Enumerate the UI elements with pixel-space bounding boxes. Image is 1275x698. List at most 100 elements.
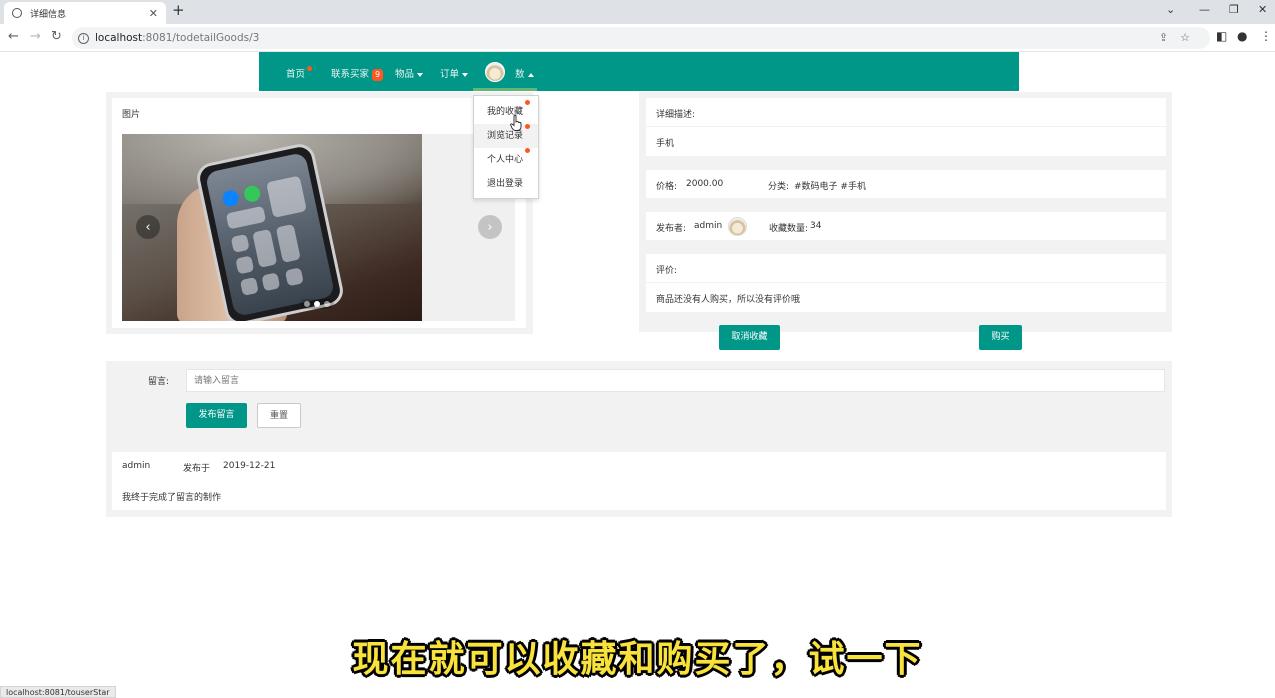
new-dot [307, 66, 313, 71]
caret-up-icon [527, 72, 534, 77]
carousel-indicators [300, 299, 334, 309]
site-info-icon[interactable]: i [78, 32, 89, 44]
nav-contact-label: 联系买家 [331, 69, 370, 80]
back-icon[interactable]: ← [8, 29, 19, 44]
comment-label: 留言: [148, 377, 170, 387]
image-carousel[interactable]: ‹ › [122, 134, 515, 321]
price-value: 2000.00 [686, 179, 724, 189]
product-photo [122, 134, 422, 321]
buy-button[interactable]: 购买 [979, 325, 1022, 350]
nav-active-indicator [473, 88, 537, 91]
publisher-label: 发布者: [656, 224, 687, 234]
browser-tab[interactable]: 详细信息 ✕ [4, 2, 166, 24]
reload-icon[interactable]: ↻ [51, 29, 62, 44]
divider [646, 126, 1166, 127]
photo-tile [239, 276, 259, 296]
dropdown-item-label: 个人中心 [487, 155, 524, 165]
video-subtitle: 现在就可以收藏和购买了，试一下 [352, 639, 923, 680]
carousel-prev-button[interactable]: ‹ [136, 215, 160, 239]
new-tab-button[interactable]: + [172, 1, 185, 19]
photo-tile [266, 175, 307, 218]
browser-status-url: localhost:8081/touserStar [0, 686, 116, 698]
carousel-indicator[interactable] [304, 301, 310, 307]
url-path: :8081/todetailGoods/3 [142, 32, 260, 44]
submit-comment-button[interactable]: 发布留言 [186, 403, 247, 428]
address-bar[interactable]: i localhost:8081/todetailGoods/3 ⇪☆ [72, 27, 1210, 49]
image-panel-title: 图片 [122, 110, 141, 120]
comment-input[interactable] [186, 369, 1165, 392]
close-window-icon[interactable]: ✕ [1258, 3, 1267, 16]
nav-contact-seller[interactable]: 联系买家 9 [331, 66, 384, 81]
dropdown-item-profile[interactable]: 个人中心 [474, 148, 538, 172]
favorite-count-value: 34 [810, 221, 822, 231]
comment-text: 我终于完成了留言的制作 [122, 493, 222, 503]
price-category-card: 价格: 2000.00 分类: #数码电子 #手机 [646, 170, 1166, 198]
minimize-icon[interactable]: — [1199, 3, 1210, 16]
new-dot [525, 124, 531, 129]
dropdown-item-favorites[interactable]: 我的收藏 [474, 100, 538, 124]
comment-user: admin [122, 461, 151, 471]
dropdown-item-history[interactable]: 浏览记录 [474, 124, 538, 148]
nav-orders-label: 订单 [440, 69, 460, 80]
caret-down-icon [417, 72, 424, 77]
nav-orders[interactable]: 订单 [440, 66, 469, 80]
dropdown-item-logout[interactable]: 退出登录 [474, 172, 538, 196]
carousel-indicator[interactable] [324, 301, 330, 307]
description-value: 手机 [656, 139, 675, 149]
tab-search-icon[interactable]: ⌄ [1166, 3, 1175, 16]
menu-icon[interactable]: ⋮ [1260, 29, 1272, 43]
star-icon[interactable]: ☆ [1180, 31, 1202, 44]
nav-home[interactable]: 首页 [286, 66, 313, 80]
nav-user[interactable]: 敖 [515, 66, 534, 80]
unfavorite-button[interactable]: 取消收藏 [719, 325, 780, 350]
address-bar-icons[interactable]: ⇪☆ [1159, 31, 1202, 44]
reset-button[interactable]: 重置 [257, 403, 301, 428]
hand-cursor-icon [510, 115, 522, 131]
url-host: localhost [95, 32, 143, 44]
tab-close-icon[interactable]: ✕ [149, 7, 158, 20]
photo-tile [284, 267, 304, 287]
publisher-value: admin [694, 221, 723, 231]
photo-tile [242, 184, 262, 204]
restore-icon[interactable]: ❐ [1229, 3, 1239, 16]
comment-date: 2019-12-21 [223, 461, 276, 471]
sidepanel-icon[interactable]: ◧ [1216, 29, 1227, 43]
description-card: 详细描述: 手机 [646, 98, 1166, 156]
dropdown-item-label: 浏览记录 [487, 131, 524, 141]
nav-username: 敖 [515, 69, 525, 80]
description-label: 详细描述: [656, 110, 696, 120]
review-label: 评价: [656, 266, 678, 276]
new-dot [525, 100, 531, 105]
photo-tile [230, 233, 250, 253]
photo-tile [225, 205, 267, 230]
carousel-next-button[interactable]: › [478, 215, 502, 239]
nav-goods-label: 物品 [395, 69, 415, 80]
browser-toolbar: ← → ↻ i localhost:8081/todetailGoods/3 ⇪… [0, 24, 1275, 52]
favorite-count-label: 收藏数量: [769, 224, 809, 234]
nav-goods[interactable]: 物品 [395, 66, 424, 80]
user-avatar[interactable] [485, 62, 505, 82]
user-dropdown-menu: 我的收藏 浏览记录 个人中心 退出登录 [473, 95, 539, 199]
photo-tile [221, 188, 241, 208]
review-card: 评价: 商品还没有人购买，所以没有评价哦 [646, 254, 1166, 312]
publisher-card: 发布者: admin 收藏数量: 34 [646, 212, 1166, 240]
photo-tile [275, 223, 301, 263]
review-value: 商品还没有人购买，所以没有评价哦 [656, 295, 801, 305]
divider [646, 282, 1166, 283]
share-icon[interactable]: ⇪ [1159, 31, 1180, 44]
new-dot [525, 148, 531, 153]
carousel-indicator[interactable] [314, 301, 320, 307]
comment-item: admin 发布于 2019-12-21 我终于完成了留言的制作 [112, 452, 1166, 510]
photo-tile [261, 272, 281, 292]
publisher-avatar [728, 217, 747, 236]
browser-tabbar: 详细信息 ✕ + ⌄ — ❐ ✕ [0, 0, 1275, 24]
profile-icon[interactable]: ● [1237, 29, 1247, 43]
caret-down-icon [462, 72, 469, 77]
category-label: 分类: [768, 182, 790, 192]
site-nav: 首页 联系买家 9 物品 订单 敖 [259, 52, 1019, 91]
price-label: 价格: [656, 182, 678, 192]
photo-tile [235, 255, 255, 275]
tab-title: 详细信息 [30, 9, 67, 20]
dropdown-item-label: 退出登录 [487, 179, 524, 189]
forward-icon[interactable]: → [30, 29, 41, 44]
